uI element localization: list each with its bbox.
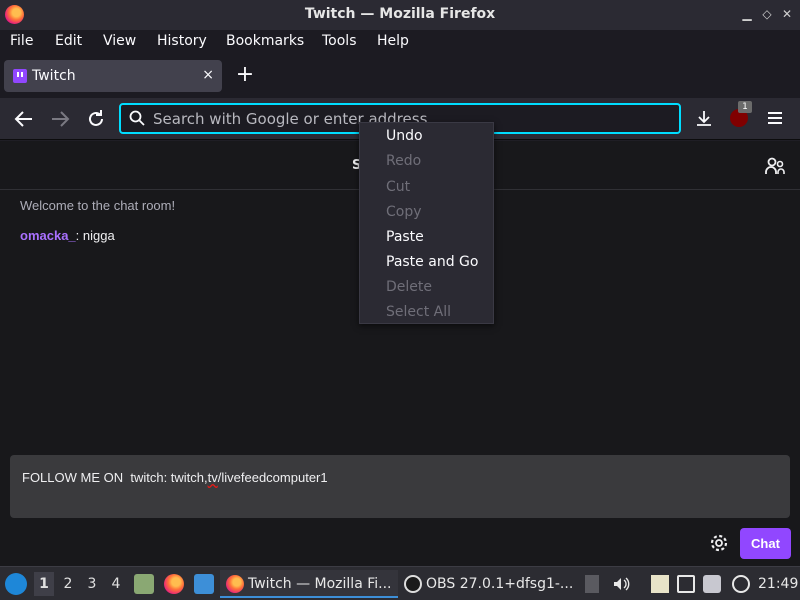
ublock-shield-icon[interactable]: 1 xyxy=(730,101,752,127)
hamburger-menu-icon[interactable] xyxy=(768,112,782,124)
menu-file[interactable]: File xyxy=(10,33,33,49)
task-obs-label: OBS 27.0.1+dfsg1-... xyxy=(426,576,574,592)
task-firefox[interactable]: Twitch — Mozilla Fi... xyxy=(220,570,398,598)
tab-title: Twitch xyxy=(32,68,76,84)
tab-twitch[interactable]: Twitch × xyxy=(4,60,222,92)
menu-view[interactable]: View xyxy=(103,33,136,49)
scroll-indicator-icon[interactable] xyxy=(585,575,599,593)
obs-task-icon xyxy=(404,575,422,593)
context-menu: Undo Redo Cut Copy Paste Paste and Go De… xyxy=(359,122,494,324)
firefox-task-icon xyxy=(226,575,244,593)
ctx-redo[interactable]: Redo xyxy=(386,153,421,169)
chat-input-prefix: FOLLOW ME ON twitch: twitch, xyxy=(22,470,208,485)
minimize-icon[interactable]: ▁ xyxy=(739,6,755,22)
menu-bookmarks[interactable]: Bookmarks xyxy=(226,33,304,49)
forward-arrow-icon[interactable] xyxy=(48,107,72,131)
network-icon[interactable] xyxy=(677,575,695,593)
download-icon[interactable] xyxy=(694,108,714,128)
file-manager-icon[interactable] xyxy=(134,574,154,594)
chat-username[interactable]: omacka_ xyxy=(20,228,76,243)
users-icon[interactable] xyxy=(765,156,785,176)
ublock-badge: 1 xyxy=(738,101,752,113)
tabbar: Twitch × + xyxy=(0,54,800,98)
menu-tools[interactable]: Tools xyxy=(322,33,357,49)
firefox-launcher-icon[interactable] xyxy=(164,574,184,594)
chat-input[interactable]: FOLLOW ME ON twitch: twitch,tv/livefeedc… xyxy=(10,455,790,518)
chat-send-button[interactable]: Chat xyxy=(740,528,791,559)
close-icon[interactable]: ✕ xyxy=(779,6,795,22)
reload-icon[interactable] xyxy=(84,107,108,131)
volume-icon[interactable] xyxy=(612,575,630,593)
workspace-3[interactable]: 3 xyxy=(82,576,102,592)
chat-separator: : xyxy=(75,228,83,243)
menu-help[interactable]: Help xyxy=(377,33,409,49)
gear-icon[interactable] xyxy=(709,533,729,553)
ctx-delete[interactable]: Delete xyxy=(386,279,432,295)
ctx-copy[interactable]: Copy xyxy=(386,204,422,220)
task-obs[interactable]: OBS 27.0.1+dfsg1-... xyxy=(398,570,576,598)
menu-edit[interactable]: Edit xyxy=(55,33,82,49)
chat-input-suffix: /livefeedcomputer1 xyxy=(217,470,328,485)
workspace-2[interactable]: 2 xyxy=(58,576,78,592)
notification-icon[interactable] xyxy=(703,575,721,593)
back-arrow-icon[interactable] xyxy=(12,107,36,131)
menubar: File Edit View History Bookmarks Tools H… xyxy=(0,30,800,54)
chat-message: omacka_: nigga xyxy=(20,228,115,243)
start-menu-icon[interactable] xyxy=(5,573,27,595)
screen: Twitch — Mozilla Firefox ▁ ◇ ✕ File Edit… xyxy=(0,0,800,600)
chat-input-text: FOLLOW ME ON twitch: twitch,tv/livefeedc… xyxy=(22,470,328,485)
ctx-undo[interactable]: Undo xyxy=(386,128,423,144)
search-icon xyxy=(129,110,145,126)
twitch-favicon-icon xyxy=(13,69,27,83)
desktop-icon[interactable] xyxy=(194,574,214,594)
ctx-select-all[interactable]: Select All xyxy=(386,304,451,320)
workspace-1[interactable]: 1 xyxy=(34,572,54,596)
welcome-message: Welcome to the chat room! xyxy=(20,198,176,213)
ctx-paste-and-go[interactable]: Paste and Go xyxy=(386,254,478,270)
chat-text: nigga xyxy=(82,228,115,243)
chat-input-misspelled: tv xyxy=(207,470,218,485)
window-title: Twitch — Mozilla Firefox xyxy=(304,6,496,22)
window-titlebar: Twitch — Mozilla Firefox ▁ ◇ ✕ xyxy=(0,0,800,30)
clock: 21:49 xyxy=(758,576,799,592)
new-tab-button[interactable]: + xyxy=(234,64,256,86)
update-icon[interactable] xyxy=(732,575,750,593)
clipboard-icon[interactable] xyxy=(651,575,669,593)
taskbar: 1 2 3 4 Twitch — Mozilla Fi... OBS 27.0.… xyxy=(0,566,800,600)
workspace-4[interactable]: 4 xyxy=(106,576,126,592)
maximize-icon[interactable]: ◇ xyxy=(759,6,775,22)
menu-history[interactable]: History xyxy=(157,33,207,49)
tab-close-icon[interactable]: × xyxy=(202,67,214,83)
ctx-cut[interactable]: Cut xyxy=(386,179,410,195)
ctx-paste[interactable]: Paste xyxy=(386,229,424,245)
task-firefox-label: Twitch — Mozilla Fi... xyxy=(248,576,392,592)
